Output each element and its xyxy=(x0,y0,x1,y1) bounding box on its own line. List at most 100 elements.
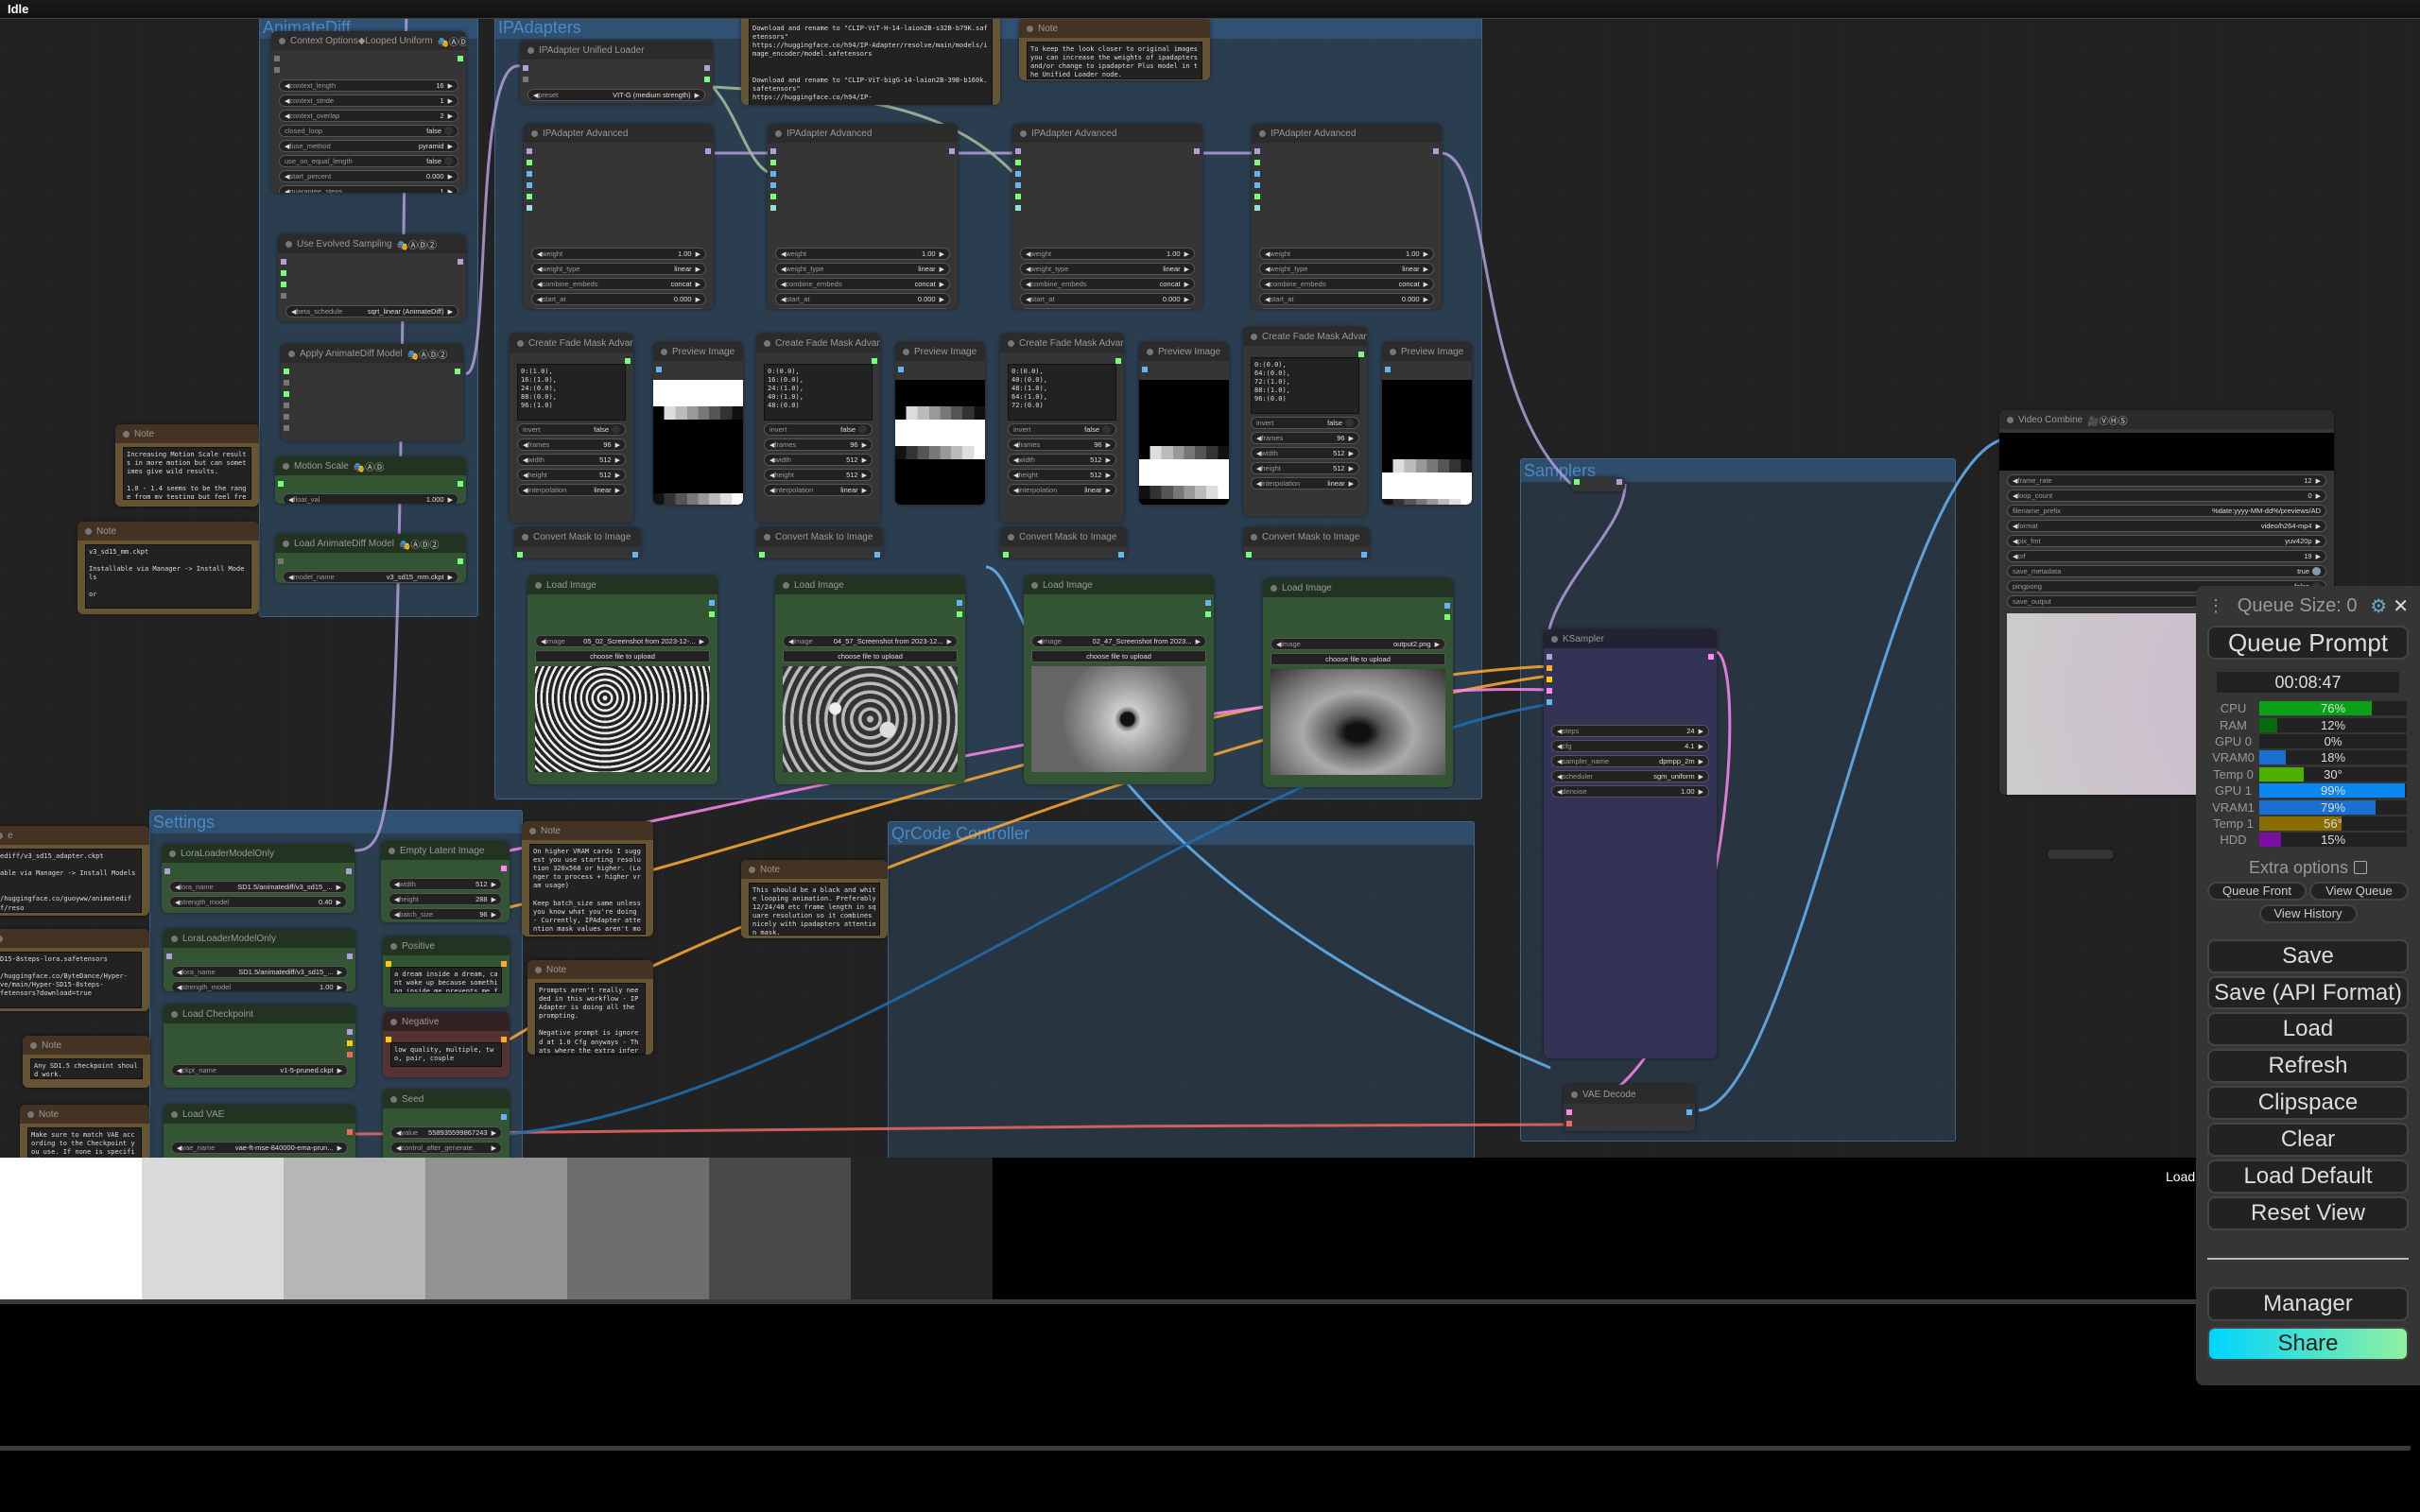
widget-vae-name[interactable]: ◀ vae_name vae-ft-mse-840000-ema-prun... ▶ xyxy=(171,1142,348,1154)
node-title-bar[interactable]: Load VAE xyxy=(164,1105,355,1124)
node-ipadapter-advanced[interactable]: IPAdapter Advanced ◀ weight 1.00 ▶ ◀ weight_ty… xyxy=(1012,124,1202,309)
node-ipadapter-advanced[interactable]: IPAdapter Advanced ◀ weight 1.00 ▶ ◀ weight_ty… xyxy=(524,124,714,309)
group-qrcode-controller[interactable]: QrCode Controller xyxy=(888,821,1475,1158)
increment-arrow-icon[interactable]: ▶ xyxy=(448,496,453,504)
node-load-image[interactable]: Load Image ◀ image 05_02_Screenshot from 20… xyxy=(527,576,717,784)
node-convert-mask-to-image[interactable]: Convert Mask to Image xyxy=(514,527,641,558)
node-text-area[interactable]: ediff/v3_sd15_adapter.ckpt able via Mana… xyxy=(0,849,142,913)
widget-lora-name[interactable]: ◀ lora_name SD1.5/animatediff/v3_sd15_... ▶ xyxy=(171,966,348,978)
widget-loop-count[interactable]: ◀ loop_count 0 ▶ xyxy=(2007,490,2326,502)
increment-arrow-icon[interactable]: ▶ xyxy=(1184,281,1189,288)
node-title-bar[interactable]: Note xyxy=(527,960,653,979)
widget-choose-file-to-upload[interactable]: choose file to upload xyxy=(783,650,958,662)
node-create-fade-mask-advanced[interactable]: Create Fade Mask Advanced 0:(0.0), 16:(0.… xyxy=(756,334,880,523)
collapse-dot-icon[interactable] xyxy=(2007,416,2014,423)
widget-combine-embeds[interactable]: ◀ combine_embeds concat ▶ xyxy=(1020,278,1195,290)
collapse-dot-icon[interactable] xyxy=(171,1010,178,1018)
widget-frames[interactable]: ◀ frames 96 ▶ xyxy=(517,438,626,451)
collapse-dot-icon[interactable] xyxy=(1251,333,1257,340)
collapse-dot-icon[interactable] xyxy=(389,847,395,854)
increment-arrow-icon[interactable]: ▶ xyxy=(1699,728,1703,735)
node-title-bar[interactable]: LoraLoaderModelOnly xyxy=(164,929,355,948)
toggle-knob[interactable] xyxy=(612,425,620,434)
node-text-area[interactable]: low quality, multiple, two, pair, couple xyxy=(390,1042,502,1067)
node-title-bar[interactable]: Note xyxy=(20,1105,149,1124)
widget-control-after-generate-[interactable]: ◀ control_after_generate. ▶ xyxy=(390,1142,502,1154)
node-title-bar[interactable]: Context Options◆Looped Uniform 🎭ⒶⒹ xyxy=(271,31,466,50)
widget-scheduler[interactable]: ◀ scheduler sgm_uniform ▶ xyxy=(1551,770,1709,782)
node-ipadapter-advanced[interactable]: IPAdapter Advanced ◀ weight 1.00 ▶ ◀ weight_ty… xyxy=(768,124,958,309)
clear-button[interactable]: Clear xyxy=(2207,1122,2409,1157)
node-negative[interactable]: Negative low quality, multiple, two, pair… xyxy=(383,1012,510,1077)
node-title-bar[interactable]: IPAdapter Advanced xyxy=(524,124,714,143)
node-reroute[interactable] xyxy=(1571,477,1625,491)
refresh-button[interactable]: Refresh xyxy=(2207,1048,2409,1083)
widget-start-at[interactable]: ◀ start_at 0.000 ▶ xyxy=(1020,293,1195,305)
increment-arrow-icon[interactable]: ▶ xyxy=(492,1144,496,1152)
widget-end-at[interactable]: ◀end_at1.000▶ xyxy=(1020,308,1195,309)
widget-weight[interactable]: ◀ weight 1.00 ▶ xyxy=(1020,248,1195,260)
node-load-animatediff-model[interactable]: Load AnimateDiff Model 🎭ⒶⒹ② ◀ model_name v3_… xyxy=(275,534,466,583)
widget-weight-type[interactable]: ◀ weight_type linear ▶ xyxy=(531,263,706,275)
increment-arrow-icon[interactable]: ▶ xyxy=(615,456,620,464)
node-title-bar[interactable]: Empty Latent Image xyxy=(381,841,510,860)
widget-width[interactable]: ◀ width 512 ▶ xyxy=(1008,454,1116,466)
node-text-area[interactable]: To keep the look closer to original imag… xyxy=(1027,42,1202,79)
widget-save-metadata[interactable]: save_metadata true xyxy=(2007,565,2326,577)
widget-image[interactable]: ◀ image 02_47_Screenshot from 2023... ▶ xyxy=(1031,635,1206,647)
increment-arrow-icon[interactable]: ▶ xyxy=(2316,523,2321,530)
manager-button[interactable]: Manager xyxy=(2207,1286,2409,1321)
collapse-dot-icon[interactable] xyxy=(0,935,3,942)
save-button[interactable]: Save xyxy=(2207,938,2409,973)
collapse-dot-icon[interactable] xyxy=(529,827,536,834)
node-title-bar[interactable]: Create Fade Mask Advanced xyxy=(1243,327,1367,346)
widget-choose-file-to-upload[interactable]: choose file to upload xyxy=(1270,653,1445,665)
widget-height[interactable]: ◀ height 512 ▶ xyxy=(1251,462,1359,474)
clipspace-button[interactable]: Clipspace xyxy=(2207,1085,2409,1120)
node-note[interactable]: Note On higher VRAM cards I suggest you u… xyxy=(522,821,653,936)
widget-float-val[interactable]: ◀ float_val 1.000 ▶ xyxy=(283,493,458,504)
collapse-dot-icon[interactable] xyxy=(764,533,770,541)
node-title-bar[interactable]: Create Fade Mask Advanced xyxy=(510,334,633,352)
node-note[interactable]: Note This should be a black and white loo… xyxy=(741,860,888,938)
node-title-bar[interactable]: IPAdapter Unified Loader xyxy=(520,41,713,60)
collapse-dot-icon[interactable] xyxy=(30,1041,37,1049)
node-convert-mask-to-image[interactable]: Convert Mask to Image xyxy=(1243,527,1370,558)
increment-arrow-icon[interactable]: ▶ xyxy=(1349,450,1354,457)
collapse-dot-icon[interactable] xyxy=(288,350,295,357)
widget-context-stride[interactable]: ◀ context_stride 1 ▶ xyxy=(279,94,458,107)
node-text-area[interactable]: On higher VRAM cards I suggest you use s… xyxy=(529,844,646,935)
increment-arrow-icon[interactable]: ▶ xyxy=(337,984,342,991)
node-preview-image[interactable]: Preview Image xyxy=(1139,342,1229,505)
increment-arrow-icon[interactable]: ▶ xyxy=(1424,296,1428,303)
collapse-dot-icon[interactable] xyxy=(1390,348,1396,355)
collapse-dot-icon[interactable] xyxy=(390,1018,397,1025)
widget-combine-embeds[interactable]: ◀ combine_embeds concat ▶ xyxy=(531,278,706,290)
widget-height[interactable]: ◀ height 512 ▶ xyxy=(1008,469,1116,481)
increment-arrow-icon[interactable]: ▶ xyxy=(1196,638,1201,645)
node-preview-image[interactable]: Preview Image xyxy=(653,342,743,505)
node-graph-canvas[interactable]: AnimateDiff IPAdapters Settings QrCode C… xyxy=(0,0,2420,1158)
node-title-bar[interactable]: Negative xyxy=(383,1012,510,1031)
widget-context-length[interactable]: ◀ context_length 16 ▶ xyxy=(279,79,458,92)
load-default-button[interactable]: Load Default xyxy=(2207,1159,2409,1194)
increment-arrow-icon[interactable]: ▶ xyxy=(448,112,453,120)
node-title-bar[interactable]: Load Image xyxy=(1024,576,1214,594)
collapse-dot-icon[interactable] xyxy=(85,527,92,535)
increment-arrow-icon[interactable]: ▶ xyxy=(1699,788,1703,796)
increment-arrow-icon[interactable]: ▶ xyxy=(448,143,453,150)
widget-value[interactable]: ◀ value 558935599867243 ▶ xyxy=(390,1126,502,1139)
widget-choose-file-to-upload[interactable]: choose file to upload xyxy=(535,650,710,662)
increment-arrow-icon[interactable]: ▶ xyxy=(1106,487,1111,494)
settings-gear-icon[interactable]: ⚙ xyxy=(2370,594,2387,618)
node-vae-decode[interactable]: VAE Decode xyxy=(1564,1085,1695,1131)
widget-cfg[interactable]: ◀ cfg 4.1 ▶ xyxy=(1551,740,1709,752)
widget-height[interactable]: ◀ height 288 ▶ xyxy=(389,893,502,905)
collapse-dot-icon[interactable] xyxy=(783,581,789,589)
node-title-bar[interactable]: Preview Image xyxy=(1382,342,1472,361)
widget-weight[interactable]: ◀ weight 1.00 ▶ xyxy=(531,248,706,260)
widget-start-at[interactable]: ◀ start_at 0.000 ▶ xyxy=(1259,293,1434,305)
widget-filename-prefix[interactable]: filename_prefix %date:yyyy-MM-dd%/preview… xyxy=(2007,505,2326,517)
toggle-knob[interactable] xyxy=(444,127,453,135)
increment-arrow-icon[interactable]: ▶ xyxy=(940,250,944,258)
